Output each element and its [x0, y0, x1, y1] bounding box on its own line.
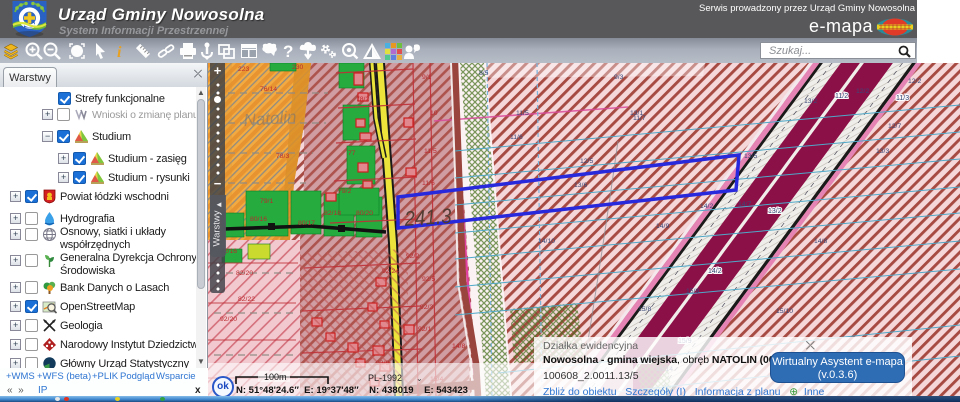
svg-text:15/10: 15/10 — [776, 308, 793, 315]
svg-text:76/14: 76/14 — [260, 86, 277, 93]
svg-text:13/2: 13/2 — [804, 98, 817, 105]
svg-text:11/6: 11/6 — [422, 180, 435, 187]
svg-text:13/5: 13/5 — [744, 153, 757, 160]
svg-text:9/1: 9/1 — [422, 74, 432, 81]
svg-text:11/3: 11/3 — [896, 95, 909, 102]
svg-text:241.3: 241.3 — [403, 205, 453, 231]
svg-text:82/20: 82/20 — [236, 270, 253, 277]
svg-text:11/5: 11/5 — [516, 110, 529, 117]
svg-text:14/9: 14/9 — [656, 223, 669, 230]
svg-text:11/2: 11/2 — [835, 93, 848, 100]
svg-text:11/6: 11/6 — [510, 134, 523, 141]
svg-text:230: 230 — [292, 64, 304, 71]
svg-text:78/3: 78/3 — [276, 153, 289, 160]
svg-text:10: 10 — [430, 110, 438, 117]
svg-text:14/8: 14/8 — [814, 238, 827, 245]
svg-text:80/17: 80/17 — [298, 220, 315, 227]
svg-text:?: ? — [283, 42, 293, 61]
svg-text:92/24: 92/24 — [382, 268, 399, 275]
svg-text:11/5: 11/5 — [424, 148, 437, 155]
svg-text:223: 223 — [238, 66, 250, 73]
svg-text:80/16: 80/16 — [250, 216, 267, 223]
svg-text:⌄: ⌄ — [416, 374, 423, 383]
svg-text:92/1: 92/1 — [418, 326, 431, 333]
svg-text:14/2: 14/2 — [708, 268, 722, 275]
svg-text:92/20: 92/20 — [220, 316, 237, 323]
svg-text:14/8: 14/8 — [452, 343, 465, 350]
svg-text:8/5: 8/5 — [479, 70, 489, 77]
svg-text:13/3: 13/3 — [876, 148, 889, 155]
svg-text:82/22: 82/22 — [238, 296, 255, 303]
svg-text:15/9: 15/9 — [686, 288, 699, 295]
svg-text:i: i — [117, 44, 122, 61]
svg-text:92/5: 92/5 — [422, 276, 435, 283]
svg-text:77: 77 — [348, 150, 356, 157]
svg-text:12/2: 12/2 — [908, 78, 921, 85]
svg-text:9/3: 9/3 — [614, 74, 624, 81]
svg-text:12/7: 12/7 — [888, 123, 901, 130]
svg-text:100m: 100m — [264, 372, 287, 382]
svg-text:78/2: 78/2 — [356, 96, 369, 103]
svg-text:13/6: 13/6 — [574, 182, 587, 189]
svg-text:79/1: 79/1 — [260, 198, 273, 205]
svg-text:14/10: 14/10 — [538, 238, 555, 245]
svg-text:15/8: 15/8 — [638, 306, 651, 313]
svg-text:13/1: 13/1 — [630, 110, 643, 117]
svg-text:14/2: 14/2 — [700, 203, 713, 210]
svg-text:14/7: 14/7 — [738, 201, 751, 208]
svg-text:12/2: 12/2 — [856, 88, 869, 95]
svg-text:80/20: 80/20 — [356, 210, 373, 217]
svg-text:PL-1992: PL-1992 — [368, 373, 402, 383]
svg-text:13/2: 13/2 — [768, 208, 782, 215]
svg-text:92/2: 92/2 — [406, 253, 419, 260]
svg-text:12/5: 12/5 — [580, 158, 593, 165]
svg-text:Natolin: Natolin — [243, 107, 297, 130]
svg-text:82/18: 82/18 — [324, 210, 341, 217]
svg-text:79/2: 79/2 — [338, 188, 351, 195]
svg-text:92/3: 92/3 — [420, 304, 433, 311]
